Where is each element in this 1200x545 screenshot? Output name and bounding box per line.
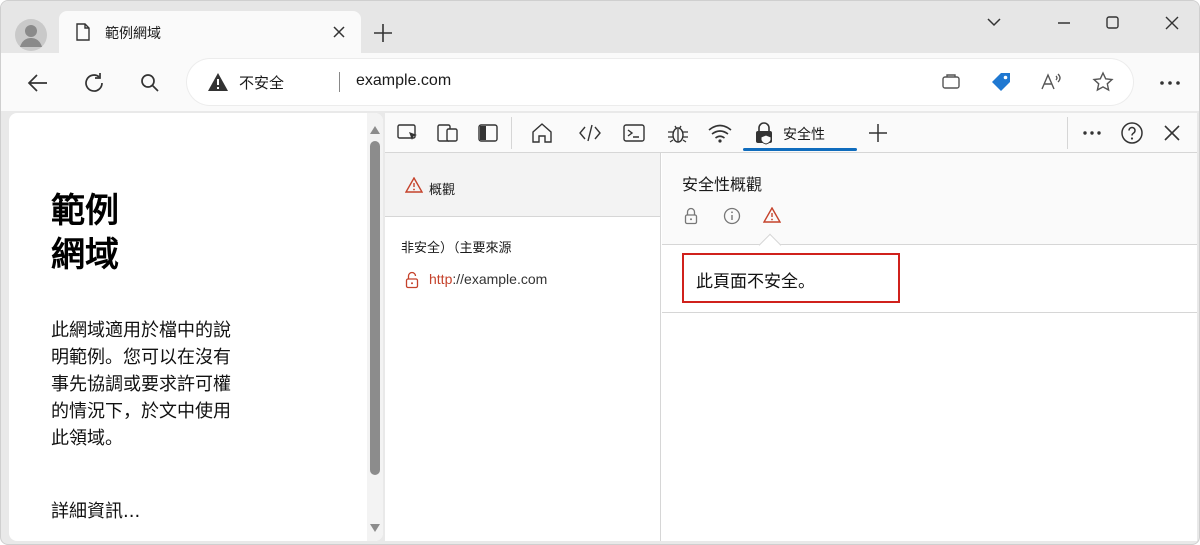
warning-icon[interactable] xyxy=(207,72,229,96)
minimize-window-icon[interactable] xyxy=(1041,11,1087,35)
read-aloud-icon[interactable] xyxy=(1039,70,1063,94)
browser-window: 範例網域 不安全 example.com 範例網域 此網域適用於檔中的說明範例。… xyxy=(0,0,1200,545)
active-tab-indicator xyxy=(743,148,857,151)
sources-bug-icon[interactable] xyxy=(665,120,691,146)
help-icon[interactable] xyxy=(1119,120,1145,146)
more-tools-icon[interactable] xyxy=(1079,120,1105,146)
maximize-icon[interactable] xyxy=(1089,11,1135,35)
warning-icon xyxy=(404,176,424,197)
security-sidebar: 概觀 非安全）（主要來源 http://example.com xyxy=(385,153,661,541)
minimize-icon[interactable] xyxy=(971,11,1017,35)
scrollbar-thumb[interactable] xyxy=(370,141,380,475)
secure-lock-icon xyxy=(684,207,698,229)
sidebar-item-overview[interactable]: 概觀 xyxy=(385,153,660,217)
page-heading: 範例網域 xyxy=(51,191,119,275)
close-devtools-icon[interactable] xyxy=(1159,120,1185,146)
close-window-icon[interactable] xyxy=(1149,11,1195,35)
title-bar: 範例網域 xyxy=(1,1,1199,53)
scroll-down-icon[interactable] xyxy=(370,517,380,536)
devtools-panel: 安全性 概觀 非安全）（主要來源 http://example.com 安全性概… xyxy=(385,113,1197,541)
toolbar-divider xyxy=(511,117,512,149)
tab-security[interactable]: 安全性 xyxy=(743,113,857,153)
inspect-icon[interactable] xyxy=(395,120,421,146)
console-icon[interactable] xyxy=(621,120,647,146)
address-divider xyxy=(339,72,340,92)
origin-scheme: http xyxy=(429,271,453,287)
info-icon xyxy=(723,207,741,229)
address-bar[interactable]: 不安全 example.com xyxy=(187,59,1133,105)
devtools-toolbar: 安全性 xyxy=(385,113,1197,153)
security-status-label[interactable]: 不安全 xyxy=(239,72,284,93)
more-info-link[interactable]: 詳細資訊... xyxy=(51,497,140,523)
unlocked-lock-icon xyxy=(405,271,419,293)
collections-icon[interactable] xyxy=(989,70,1013,94)
network-wifi-icon[interactable] xyxy=(707,120,733,146)
security-overview-panel: 安全性概觀 此頁面不安全。 xyxy=(662,153,1197,541)
search-icon[interactable] xyxy=(137,70,163,96)
origin-host: ://example.com xyxy=(452,271,548,287)
sidebar-item-overview-label: 概觀 xyxy=(429,183,456,198)
security-message-row: 此頁面不安全。 xyxy=(662,245,1197,313)
tab-actions-icon[interactable] xyxy=(939,70,963,94)
warning-icon xyxy=(762,206,782,227)
more-icon[interactable] xyxy=(1157,70,1183,96)
highlight-box: 此頁面不安全。 xyxy=(682,253,900,303)
page-scrollbar[interactable] xyxy=(367,113,383,541)
origin-url: http://example.com xyxy=(429,271,547,287)
tab-title: 範例網域 xyxy=(105,26,161,42)
security-overview-header: 安全性概觀 xyxy=(662,153,1197,257)
web-page-viewport: 範例網域 此網域適用於檔中的說明範例。您可以在沒有事先協調或要求許可權的情況下，… xyxy=(9,113,383,541)
security-lock-icon xyxy=(751,120,777,150)
toolbar-divider xyxy=(1067,117,1068,149)
browser-tab[interactable]: 範例網域 xyxy=(59,11,361,53)
close-icon[interactable] xyxy=(329,22,349,42)
tab-security-label: 安全性 xyxy=(783,127,825,143)
plus-icon[interactable] xyxy=(371,21,395,45)
profile-icon[interactable] xyxy=(15,19,47,51)
page-paragraph: 此網域適用於檔中的說明範例。您可以在沒有事先協調或要求許可權的情況下，於文中使用… xyxy=(51,320,231,449)
favorite-star-icon[interactable] xyxy=(1091,70,1115,94)
elements-icon[interactable] xyxy=(577,120,603,146)
dock-icon[interactable] xyxy=(475,120,501,146)
security-state-icons xyxy=(682,206,802,229)
security-message: 此頁面不安全。 xyxy=(696,272,815,292)
url-text[interactable]: example.com xyxy=(356,72,451,90)
back-arrow-icon[interactable] xyxy=(25,70,51,96)
origin-group-heading: 非安全）（主要來源 xyxy=(401,241,512,256)
scroll-up-icon[interactable] xyxy=(370,119,380,138)
refresh-icon[interactable] xyxy=(81,70,107,96)
device-emulation-icon[interactable] xyxy=(435,120,461,146)
panel-title: 安全性概觀 xyxy=(682,175,763,194)
page-icon xyxy=(75,23,91,45)
welcome-home-icon[interactable] xyxy=(529,120,555,146)
browser-toolbar: 不安全 example.com xyxy=(1,53,1199,111)
add-tool-icon[interactable] xyxy=(865,120,891,146)
